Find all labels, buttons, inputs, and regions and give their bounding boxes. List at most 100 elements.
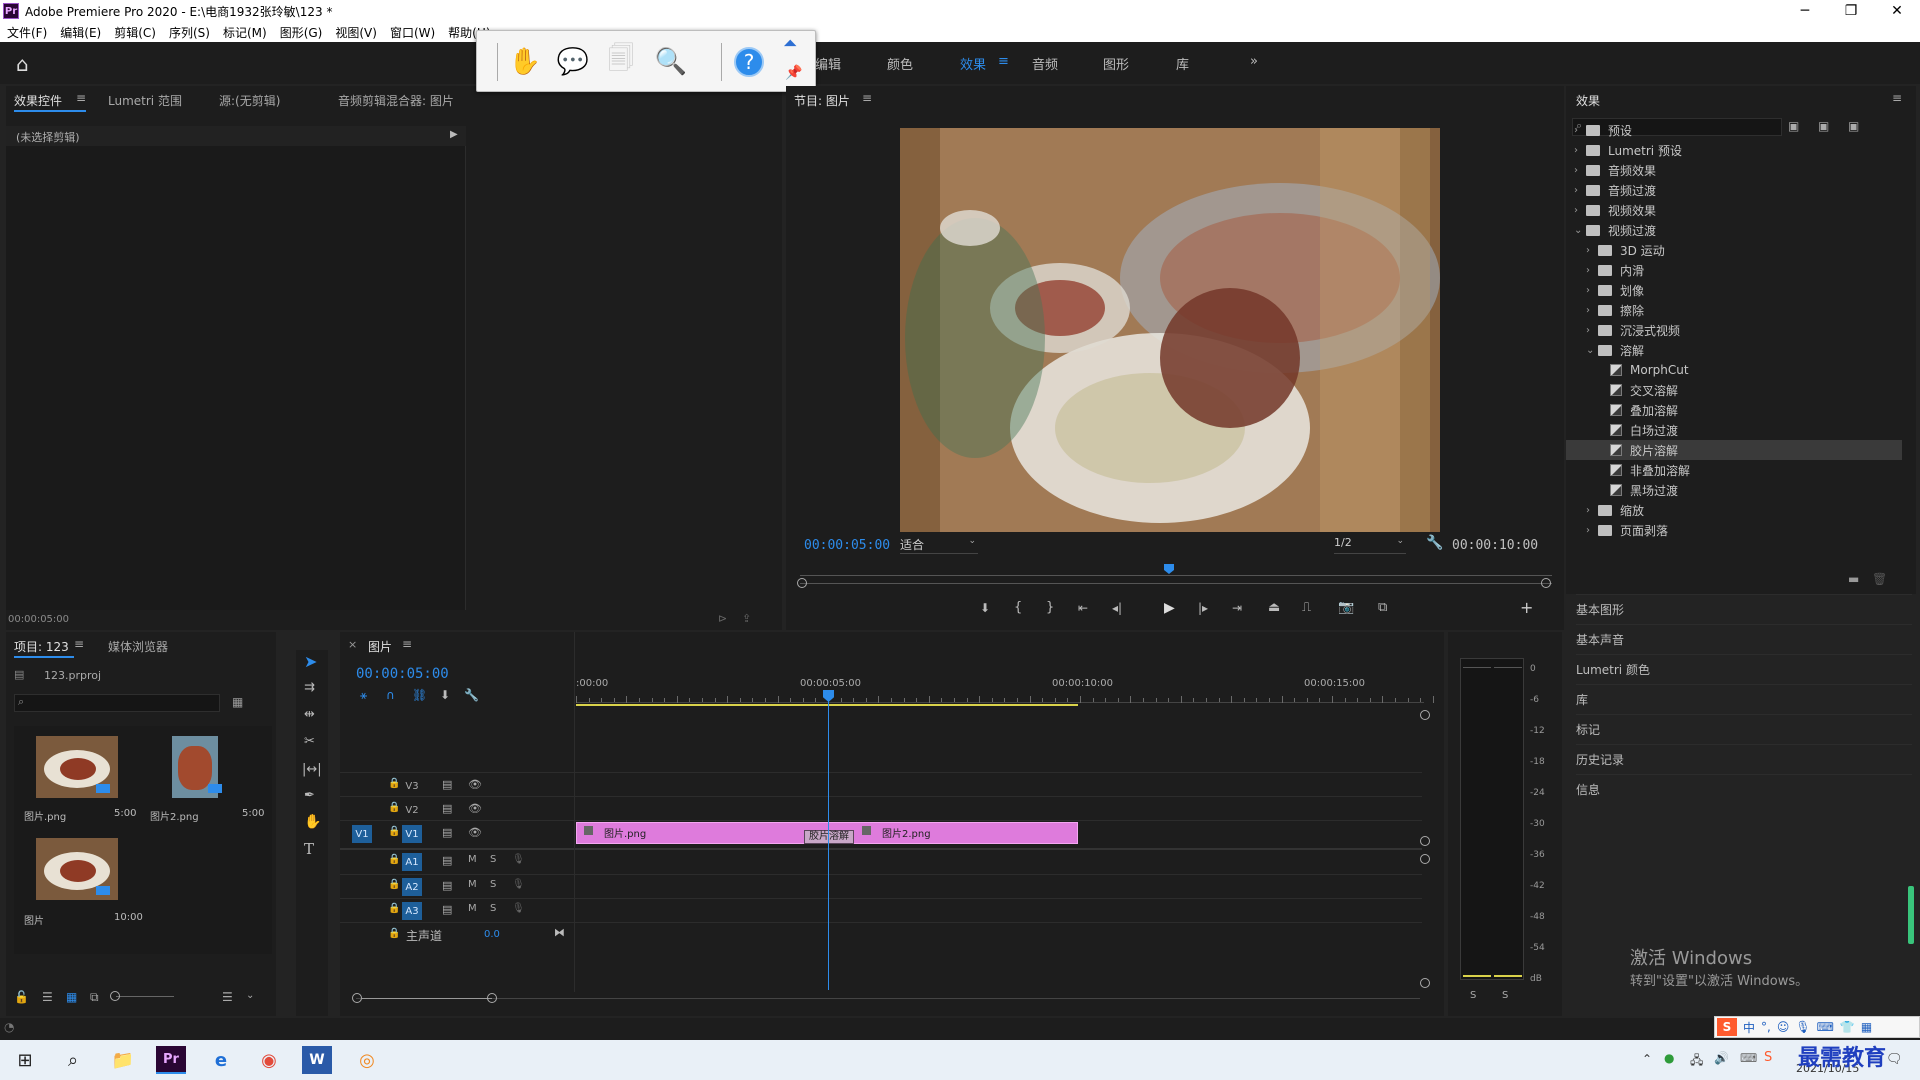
- source-patch-v1[interactable]: V1: [352, 825, 372, 843]
- close-tab-icon[interactable]: ×: [348, 638, 357, 651]
- effects-tree-item[interactable]: MorphCut: [1598, 360, 1689, 380]
- lock-track-icon[interactable]: 🔒: [388, 826, 400, 837]
- tab-project[interactable]: 项目: 123: [14, 638, 69, 655]
- more-workspaces-icon[interactable]: »: [1250, 54, 1258, 69]
- vertical-scroll-handle[interactable]: [1420, 978, 1430, 988]
- timeline-tab[interactable]: 图片: [368, 638, 392, 655]
- workspace-tab-effects[interactable]: 效果: [960, 54, 986, 73]
- accelerated-effects-icon[interactable]: ▣: [1788, 119, 1799, 133]
- side-panel-item[interactable]: Lumetri 颜色: [1576, 654, 1912, 684]
- timeline-settings-icon[interactable]: 🔧: [464, 688, 479, 702]
- chrome-icon[interactable]: ◉: [254, 1046, 284, 1074]
- solo-button[interactable]: S: [490, 903, 496, 914]
- project-item[interactable]: 图片.png 5:00: [18, 730, 140, 826]
- program-scrub-ruler[interactable]: [800, 566, 1552, 576]
- effects-tree-item[interactable]: › 缩放: [1586, 500, 1644, 520]
- chevron-right-icon[interactable]: ›: [1574, 125, 1586, 136]
- microphone-icon[interactable]: 🎙: [512, 879, 525, 890]
- effects-tree-item[interactable]: › 内滑: [1586, 260, 1644, 280]
- time-ruler[interactable]: [576, 702, 1424, 703]
- program-menu-icon[interactable]: ≡: [862, 91, 872, 105]
- lock-track-icon[interactable]: 🔒: [388, 778, 400, 789]
- mark-out-icon[interactable]: }: [1046, 600, 1054, 615]
- sogou-ime-icon[interactable]: S: [1717, 1018, 1737, 1036]
- tray-chevron-icon[interactable]: ⌃: [1642, 1052, 1652, 1066]
- effects-tree-item[interactable]: › 擦除: [1586, 300, 1644, 320]
- explorer-icon[interactable]: 📁: [108, 1046, 138, 1074]
- workspace-tab-audio[interactable]: 音频: [1032, 54, 1058, 73]
- ripple-edit-tool-icon[interactable]: ⇹: [304, 707, 315, 722]
- program-title[interactable]: 节目: 图片: [794, 92, 850, 109]
- sogou-tray-icon[interactable]: S: [1764, 1050, 1772, 1065]
- hand-icon[interactable]: ✋: [507, 45, 543, 79]
- effects-tree-item[interactable]: › 页面剥落: [1586, 520, 1668, 540]
- effects-tree-item[interactable]: 黑场过渡: [1598, 480, 1678, 500]
- icon-view-icon[interactable]: ▦: [66, 990, 77, 1004]
- tab-media-browser[interactable]: 媒体浏览器: [108, 638, 168, 655]
- track-a2-label[interactable]: A2: [402, 878, 422, 896]
- microphone-icon[interactable]: 🎙: [1795, 1020, 1810, 1034]
- effects-tree-item[interactable]: › 音频效果: [1574, 160, 1656, 180]
- microphone-icon[interactable]: 🎙: [512, 854, 525, 865]
- go-to-end-icon[interactable]: ⧓: [554, 926, 565, 939]
- effects-tree-item[interactable]: › 划像: [1586, 280, 1644, 300]
- transition-film-dissolve[interactable]: 胶片溶解: [804, 830, 854, 844]
- track-v1-label[interactable]: V1: [402, 825, 422, 843]
- effects-tree-item[interactable]: 胶片溶解: [1566, 440, 1902, 460]
- wrench-icon[interactable]: 🔧: [1426, 535, 1443, 551]
- program-current-timecode[interactable]: 00:00:05:00: [804, 538, 890, 553]
- effects-tree-item[interactable]: 非叠加溶解: [1598, 460, 1690, 480]
- extract-icon[interactable]: ⎍: [1302, 600, 1311, 615]
- effects-tree-item[interactable]: 叠加溶解: [1598, 400, 1678, 420]
- side-panel-item[interactable]: 基本图形: [1576, 594, 1912, 624]
- effects-tree-item[interactable]: › 视频效果: [1574, 200, 1656, 220]
- timeline-playhead[interactable]: [828, 690, 829, 990]
- step-back-icon[interactable]: ◂|: [1112, 601, 1122, 615]
- effects-tree-item[interactable]: ⌄ 溶解: [1586, 340, 1644, 360]
- eye-icon[interactable]: 👁: [468, 778, 482, 791]
- workspace-tab-libraries[interactable]: 库: [1176, 54, 1189, 73]
- project-search-input[interactable]: ⌕: [14, 694, 220, 712]
- edge-icon[interactable]: e: [206, 1046, 236, 1074]
- side-panel-item[interactable]: 信息: [1576, 774, 1912, 804]
- menu-view[interactable]: 视图(V): [335, 24, 377, 41]
- vertical-scroll-handle[interactable]: [1420, 710, 1430, 720]
- comment-icon[interactable]: 💬: [555, 45, 591, 79]
- master-volume-value[interactable]: 0.0: [484, 929, 500, 940]
- play-icon[interactable]: ▶: [1164, 600, 1175, 616]
- nest-toggle-icon[interactable]: ⚹: [360, 688, 367, 703]
- solo-button[interactable]: S: [490, 879, 496, 890]
- menu-edit[interactable]: 编辑(E): [60, 24, 101, 41]
- effects-tree-item[interactable]: › 沉浸式视频: [1586, 320, 1680, 340]
- 32bit-effects-icon[interactable]: ▣: [1818, 119, 1829, 133]
- side-panel-item[interactable]: 基本声音: [1576, 624, 1912, 654]
- lock-track-icon[interactable]: 🔒: [388, 903, 400, 914]
- hand-tool-icon[interactable]: ✋: [304, 814, 321, 830]
- pen-tool-icon[interactable]: ✒: [304, 788, 315, 803]
- project-item[interactable]: 图片2.png 5:00: [144, 730, 268, 826]
- side-panel-item[interactable]: 历史记录: [1576, 744, 1912, 774]
- track-v2-label[interactable]: V2: [402, 801, 422, 819]
- toolbox-icon[interactable]: ▦: [1861, 1020, 1872, 1034]
- step-forward-icon[interactable]: |▸: [1198, 601, 1208, 615]
- zoom-handle-right[interactable]: [1541, 578, 1551, 588]
- pin-icon[interactable]: 📌: [785, 65, 802, 81]
- sync-lock-icon[interactable]: ▤: [442, 903, 452, 916]
- effects-tree-item[interactable]: › 预设: [1574, 120, 1632, 140]
- sync-lock-icon[interactable]: ▤: [442, 854, 452, 867]
- selection-tool-icon[interactable]: ➤: [304, 652, 317, 671]
- button-editor-plus-icon[interactable]: +: [1520, 598, 1533, 617]
- tab-audio-clip-mixer[interactable]: 音频剪辑混合器: 图片: [338, 92, 454, 109]
- resolution-dropdown[interactable]: 1/2 ⌄: [1334, 536, 1406, 554]
- workspace-menu-icon[interactable]: ≡: [998, 54, 1009, 69]
- project-item[interactable]: 图片 10:00: [18, 832, 143, 932]
- freeform-view-icon[interactable]: ⧉: [90, 990, 99, 1005]
- effects-tree-item[interactable]: › 3D 运动: [1586, 240, 1665, 260]
- comparison-view-icon[interactable]: ⧉: [1378, 600, 1387, 615]
- chevron-right-icon[interactable]: ›: [1574, 145, 1586, 156]
- chevron-right-icon[interactable]: ›: [1586, 525, 1598, 536]
- emoji-icon[interactable]: ☺: [1777, 1020, 1790, 1034]
- lock-track-icon[interactable]: 🔒: [388, 854, 400, 865]
- lock-icon[interactable]: 🔓: [14, 990, 29, 1004]
- slip-tool-icon[interactable]: |↔|: [302, 762, 322, 777]
